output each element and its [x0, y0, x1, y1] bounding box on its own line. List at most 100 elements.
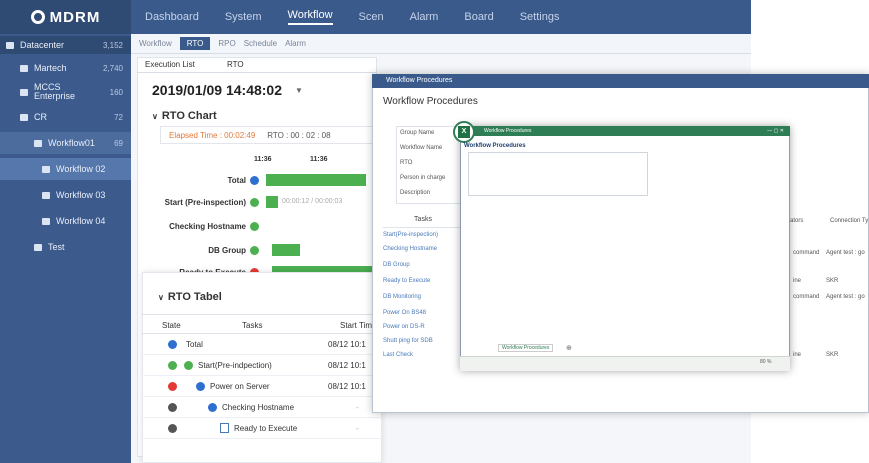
workflow-icon — [42, 217, 50, 225]
sidebar-item-martech[interactable]: Martech 2,740 — [0, 58, 131, 78]
nav-alarm[interactable]: Alarm — [410, 11, 439, 23]
chart-step-label: DB Group — [208, 246, 246, 255]
chevron-down-icon: ∨ — [158, 293, 164, 302]
task-link[interactable]: Power On BS48 — [383, 310, 426, 316]
chart-step-label: Start (Pre-inspection) — [164, 198, 246, 207]
workflow-icon — [42, 165, 50, 173]
check-icon — [250, 246, 259, 255]
check-icon — [168, 361, 177, 370]
running-icon — [168, 340, 177, 349]
check-icon — [250, 222, 259, 231]
sidebar-item-workflow04[interactable]: Workflow 04 — [0, 210, 131, 232]
chart-step-label: Total — [227, 176, 246, 185]
chart-step-label: Checking Hostname — [169, 222, 246, 231]
document-icon — [220, 423, 229, 433]
tab-rto[interactable]: RTO — [227, 60, 244, 69]
tab-execution-list[interactable]: Execution List — [145, 60, 195, 69]
subtab-rto[interactable]: RTO — [179, 37, 211, 50]
rto-chart-title[interactable]: ∨ RTO Chart — [152, 110, 217, 122]
rto-time: RTO : 00 : 02 : 08 — [267, 130, 331, 140]
error-icon — [168, 382, 177, 391]
time-label: 11:36 — [254, 156, 272, 163]
chevron-down-icon: ∨ — [152, 112, 158, 121]
sidebar-item-test[interactable]: Test — [0, 236, 131, 258]
running-icon — [196, 382, 205, 391]
subtab-alarm[interactable]: Alarm — [285, 39, 306, 48]
elapsed-time-bar: Elapsed Time : 00:02:49 RTO : 00 : 02 : … — [160, 126, 375, 144]
workflow-procedures-heading: Workflow Procedures — [383, 96, 478, 107]
app-logo[interactable]: MDRM — [0, 0, 131, 34]
column-start-time: Start Tim — [340, 321, 373, 330]
time-label: 11:36 — [310, 156, 328, 163]
inner-tabs: Execution List RTO — [137, 57, 377, 73]
column-tasks: Tasks — [242, 321, 263, 330]
nav-board[interactable]: Board — [464, 11, 493, 23]
check-icon — [184, 361, 193, 370]
sidebar-item-cr[interactable]: CR 72 — [0, 108, 131, 126]
chart-bar — [266, 196, 278, 208]
close-icon[interactable]: — ▢ ✕ — [767, 126, 784, 136]
chart-bar — [272, 244, 300, 256]
running-icon — [250, 176, 259, 185]
task-link[interactable]: DB Monitoring — [383, 294, 421, 300]
table-row[interactable]: Start(Pre-indpection) 08/12 10:1 — [142, 355, 382, 376]
task-link[interactable]: Checking Hostname — [383, 246, 437, 252]
subtab-rpo[interactable]: RPO — [218, 39, 235, 48]
pending-icon — [168, 424, 177, 433]
chart-bar — [266, 174, 366, 186]
sidebar-datacenter[interactable]: Datacenter 3,152 — [0, 36, 131, 54]
running-icon — [208, 403, 217, 412]
sheet-tab[interactable]: Workflow Procedures — [498, 344, 554, 352]
excel-titlebar[interactable]: Workflow Procedures — ▢ ✕ — [460, 126, 790, 136]
server-icon — [6, 41, 14, 49]
subtab-schedule[interactable]: Schedule — [244, 39, 277, 48]
excel-grid — [468, 200, 784, 340]
folder-icon — [20, 64, 28, 72]
nav-system[interactable]: System — [225, 11, 262, 23]
top-navigation: Dashboard System Workflow Scen Alarm Boa… — [131, 0, 751, 34]
step-time: 00:00:12 / 00:00:03 — [282, 198, 343, 205]
folder-icon — [20, 88, 28, 96]
sidebar-item-workflow02[interactable]: Workflow 02 — [0, 158, 131, 180]
excel-statusbar — [460, 356, 790, 371]
table-row[interactable]: Ready to Execute - — [142, 418, 382, 439]
nav-settings[interactable]: Settings — [520, 11, 560, 23]
column-connection-type: Connection Ty — [830, 218, 869, 224]
folder-icon — [20, 113, 28, 121]
nav-dashboard[interactable]: Dashboard — [145, 11, 199, 23]
task-link[interactable]: Start(Pre-inspection) — [383, 232, 438, 238]
add-sheet-icon[interactable]: ⊕ — [566, 344, 572, 352]
sub-tabs: Workflow RTO RPO Schedule Alarm — [131, 34, 751, 54]
pending-icon — [168, 403, 177, 412]
rto-tabel-title[interactable]: ∨ RTO Tabel — [158, 291, 222, 303]
elapsed-time: Elapsed Time : 00:02:49 — [169, 130, 256, 140]
excel-icon: X — [453, 121, 475, 143]
nav-workflow[interactable]: Workflow — [287, 9, 333, 25]
chevron-down-icon[interactable]: ▼ — [295, 86, 303, 95]
folder-icon — [34, 139, 42, 147]
task-link[interactable]: Shutt ping for SDB — [383, 338, 433, 344]
task-link[interactable]: DB Group — [383, 262, 410, 268]
task-link[interactable]: Ready to Execute — [383, 278, 430, 284]
zoom-level: 80 % — [760, 359, 772, 365]
sidebar-item-mccs[interactable]: MCCS Enterprise 160 — [0, 80, 131, 104]
task-link[interactable]: Power on DS-R — [383, 324, 425, 330]
workflow-icon — [34, 243, 42, 251]
table-row[interactable]: Checking Hostname - — [142, 397, 382, 418]
tasks-header: Tasks — [383, 212, 463, 228]
execution-datetime: 2019/01/09 14:48:02 — [152, 82, 282, 98]
subtab-workflow[interactable]: Workflow — [139, 39, 172, 48]
sidebar-item-workflow01[interactable]: Workflow01 69 — [0, 132, 131, 154]
window-titlebar[interactable]: Workflow Procedures — [372, 74, 869, 88]
logo-mark-icon — [30, 10, 45, 24]
task-link[interactable]: Last Check — [383, 352, 413, 358]
sidebar-item-workflow03[interactable]: Workflow 03 — [0, 184, 131, 206]
table-row[interactable]: Power on Server 08/12 10:1 — [142, 376, 382, 397]
table-row[interactable]: Total 08/12 10:1 — [142, 334, 382, 355]
excel-heading: Workflow Procedures — [464, 143, 526, 149]
table-header: State Tasks Start Tim — [142, 314, 382, 334]
nav-scen[interactable]: Scen — [359, 11, 384, 23]
check-icon — [250, 198, 259, 207]
excel-info-block — [468, 152, 648, 196]
workflow-icon — [42, 191, 50, 199]
